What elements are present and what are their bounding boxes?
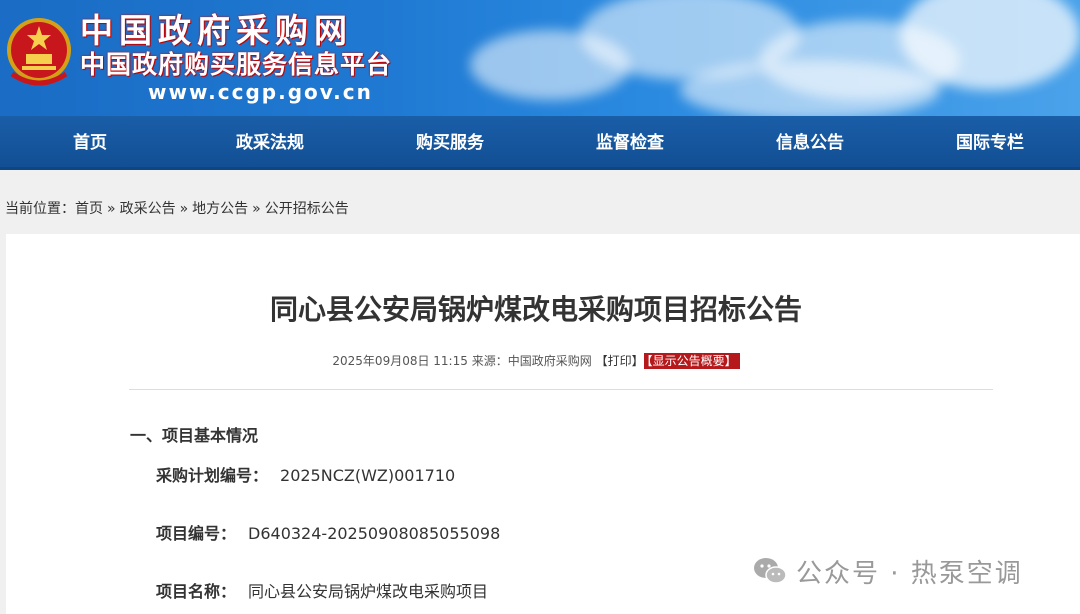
breadcrumb-prefix: 当前位置： [5,201,75,217]
breadcrumb-separator: » [107,201,116,217]
field-label: 项目名称： [156,582,237,601]
watermark-text: 公众号 · 热泵空调 [796,558,1023,589]
print-button[interactable]: 【打印】 [596,354,644,368]
nav-item-regulations[interactable]: 政采法规 [180,116,360,167]
breadcrumb-separator: » [252,201,261,217]
site-subtitle: 中国政府购买服务信息平台 [80,50,393,79]
page-title: 同心县公安局锅炉煤改电采购项目招标公告 [269,293,802,326]
field-project-number: 项目编号： D640324-20250908085055098 [156,520,500,544]
nav-item-home[interactable]: 首页 [0,116,180,167]
section-title: 一、项目基本情况 [130,426,259,445]
breadcrumb-announcements[interactable]: 政采公告 [120,201,176,217]
source-label: 来源： [471,354,508,368]
breadcrumb-home[interactable]: 首页 [75,201,103,217]
nav-item-announcements[interactable]: 信息公告 [720,116,900,167]
field-value: D640324-20250908085055098 [248,524,501,543]
breadcrumb: 当前位置：首页» 政采公告» 地方公告» 公开招标公告 [5,196,349,222]
site-header: 中国政府采购网 中国政府购买服务信息平台 www.ccgp.gov.cn [0,0,1080,116]
breadcrumb-public-tender[interactable]: 公开招标公告 [265,201,349,217]
field-project-name: 项目名称： 同心县公安局锅炉煤改电采购项目 [156,578,488,602]
source-value: 中国政府采购网 [507,354,592,368]
field-plan-number: 采购计划编号： 2025NCZ(WZ)001710 [156,462,455,486]
nav-item-international[interactable]: 国际专栏 [900,116,1080,167]
breadcrumb-separator: » [179,201,189,217]
nav-item-purchase-services[interactable]: 购买服务 [360,116,540,167]
divider [129,389,993,390]
site-url[interactable]: www.ccgp.gov.cn [148,80,373,104]
field-label: 采购计划编号： [156,466,269,485]
field-value: 2025NCZ(WZ)001710 [280,466,456,485]
field-label: 项目编号： [156,524,237,543]
site-title: 中国政府采购网 [80,11,353,50]
field-value: 同心县公安局锅炉煤改电采购项目 [248,582,489,601]
watermark: 公众号 · 热泵空调 [752,552,1023,590]
breadcrumb-local[interactable]: 地方公告 [192,201,248,217]
show-summary-button[interactable]: 【显示公告概要】 [643,353,740,369]
header-cloud [680,60,940,116]
nav-item-supervision[interactable]: 监督检查 [540,116,720,167]
article-meta: 2025年09月08日 11:15 来源：中国政府采购网 【打印】 【显示公告概要… [6,352,1066,369]
publish-time: 2025年09月08日 11:15 [332,354,468,368]
wechat-icon [754,558,787,584]
national-emblem-icon [7,18,71,86]
main-nav: 首页 政采法规 购买服务 监督检查 信息公告 国际专栏 [0,116,1080,170]
